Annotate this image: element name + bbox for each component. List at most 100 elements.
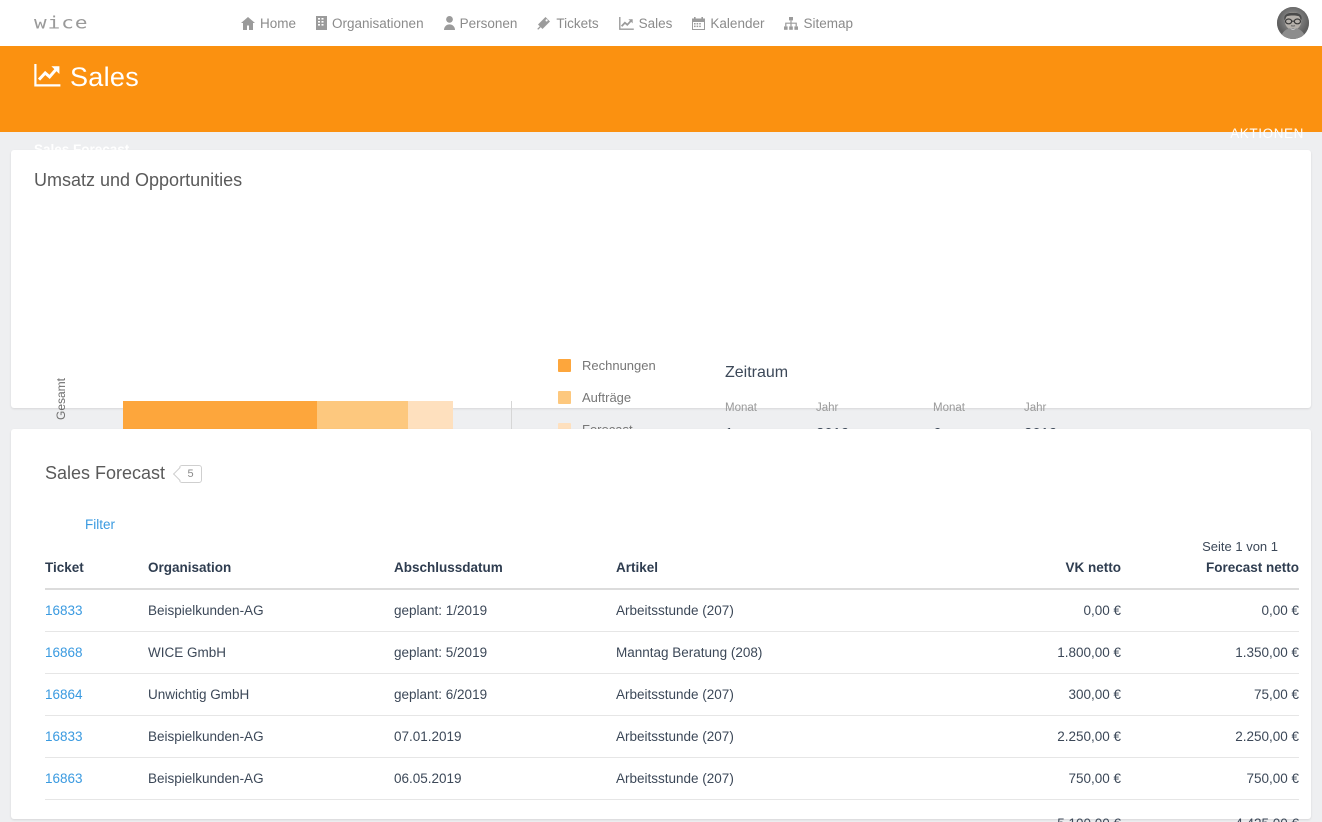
top-navigation-bar: wice Home Organisationen Personen Ticket… (0, 0, 1322, 46)
home-icon (241, 16, 255, 30)
legend-item[interactable]: Aufträge (558, 390, 659, 405)
cell-abschlussdatum: geplant: 5/2019 (394, 631, 616, 674)
cell-artikel: Manntag Beratung (208) (616, 631, 941, 674)
revenue-opportunities-card: Umsatz und Opportunities Gesamt 5.1K 02K… (11, 150, 1311, 539)
cell-organisation: Beispielkunden-AG (148, 757, 394, 800)
column-header-forecast-netto[interactable]: Forecast netto (1121, 560, 1299, 590)
legend-swatch (558, 359, 571, 372)
cell-empty (148, 800, 394, 822)
cell-vk-netto: 750,00 € (941, 757, 1121, 800)
from-month-label: Monat (725, 402, 757, 414)
cell-empty (616, 800, 941, 822)
nav-item-label: Sales (638, 15, 673, 31)
nav-item-label: Personen (459, 15, 518, 31)
pagination-label: Seite 1 von 1 (1202, 539, 1278, 554)
nav-item-label: Home (260, 15, 297, 31)
nav-item-sitemap[interactable]: Sitemap (784, 16, 853, 31)
cell-ticket: 16833 (45, 589, 148, 632)
nav-item-label: Kalender (710, 15, 765, 31)
ticket-link[interactable]: 16833 (45, 729, 83, 744)
nav-item-sales[interactable]: Sales (618, 15, 673, 31)
table-row[interactable]: 16868 WICE GmbH geplant: 5/2019 Manntag Ber… (45, 631, 1299, 674)
cell-artikel: Arbeitsstunde (207) (616, 589, 941, 632)
cell-ticket: 16868 (45, 631, 148, 674)
sales-forecast-card: Sales Forecast 5 Filter Seite 1 von 1 Ti… (11, 429, 1311, 822)
nav-item-organisationen[interactable]: Organisationen (316, 16, 424, 31)
legend-label: Aufträge (582, 390, 632, 405)
nav-item-kalender[interactable]: Kalender (692, 16, 764, 31)
nav-item-label: Sitemap (803, 15, 853, 31)
cell-forecast-netto: 1.350,00 € (1121, 631, 1299, 674)
section-title-text: Sales Forecast (45, 463, 166, 483)
chart-y-axis-label: Gesamt (54, 377, 68, 420)
brand-logo[interactable]: wice (34, 13, 89, 33)
cell-artikel: Arbeitsstunde (207) (616, 715, 941, 758)
cell-vk-netto: 300,00 € (941, 673, 1121, 716)
section-title: Sales Forecast 5 (45, 463, 203, 484)
column-header-ticket[interactable]: Ticket (45, 560, 148, 590)
filter-link[interactable]: Filter (85, 517, 115, 532)
zeitraum-title: Zeitraum (725, 364, 789, 381)
table-row[interactable]: 16833 Beispielkunden-AG geplant: 1/2019 Arb… (45, 589, 1299, 632)
calendar-icon (692, 16, 706, 30)
cell-organisation: Beispielkunden-AG (148, 589, 394, 632)
cell-forecast-netto: 75,00 € (1121, 673, 1299, 716)
cell-organisation: WICE GmbH (148, 631, 394, 674)
ticket-link[interactable]: 16863 (45, 771, 83, 786)
cell-empty (394, 800, 616, 822)
legend-item[interactable]: Rechnungen (558, 358, 659, 373)
nav-item-label: Organisationen (332, 15, 424, 31)
page-title: Sales (34, 62, 139, 93)
cell-abschlussdatum: 07.01.2019 (394, 715, 616, 758)
ticket-icon (537, 16, 551, 30)
building-icon (316, 16, 328, 30)
cell-artikel: Arbeitsstunde (207) (616, 673, 941, 716)
chart-line-icon (34, 63, 61, 92)
nav-item-home[interactable]: Home (241, 16, 296, 31)
legend-swatch (558, 391, 571, 404)
chart-line-icon (618, 16, 634, 30)
cell-empty (45, 800, 148, 822)
table-header-row: Ticket Organisation Abschlussdatum Artik… (45, 560, 1299, 590)
column-header-artikel[interactable]: Artikel (616, 560, 941, 590)
column-header-vk-netto[interactable]: VK netto (941, 560, 1121, 590)
to-year-label: Jahr (1024, 402, 1047, 414)
cell-vk-netto: 1.800,00 € (941, 631, 1121, 674)
table-row[interactable]: 16863 Beispielkunden-AG 06.05.2019 Arbeitss… (45, 757, 1299, 800)
cell-abschlussdatum: geplant: 6/2019 (394, 673, 616, 716)
table-row[interactable]: 16864 Unwichtig GmbH geplant: 6/2019 Arbeit… (45, 673, 1299, 716)
ticket-link[interactable]: 16833 (45, 603, 83, 618)
page-header: Sales Sales Forecast AKTIONEN (0, 46, 1322, 157)
cell-forecast-netto: 750,00 € (1121, 757, 1299, 800)
cell-forecast-netto: 0,00 € (1121, 589, 1299, 632)
column-header-abschlussdatum[interactable]: Abschlussdatum (394, 560, 616, 590)
cell-organisation: Beispielkunden-AG (148, 715, 394, 758)
avatar[interactable] (1277, 7, 1309, 39)
chart-title: Umsatz und Opportunities (34, 170, 243, 190)
table-row[interactable]: 16833 Beispielkunden-AG 07.01.2019 Arbeitss… (45, 715, 1299, 758)
nav-item-personen[interactable]: Personen (443, 15, 518, 31)
forecast-table: Ticket Organisation Abschlussdatum Artik… (45, 560, 1299, 822)
ticket-link[interactable]: 16864 (45, 687, 83, 702)
cell-vk-netto: 0,00 € (941, 589, 1121, 632)
cell-ticket: 16863 (45, 757, 148, 800)
ticket-link[interactable]: 16868 (45, 645, 83, 660)
table-body: 16833 Beispielkunden-AG geplant: 1/2019 Arb… (45, 589, 1299, 822)
actions-button[interactable]: AKTIONEN (1230, 126, 1304, 141)
column-header-organisation[interactable]: Organisation (148, 560, 394, 590)
total-forecast-netto: 4.425,00 € (1121, 800, 1299, 822)
cell-artikel: Arbeitsstunde (207) (616, 757, 941, 800)
nav-item-tickets[interactable]: Tickets (537, 15, 599, 31)
total-vk-netto: 5.100,00 € (941, 800, 1121, 822)
cell-ticket: 16864 (45, 673, 148, 716)
cell-forecast-netto: 2.250,00 € (1121, 715, 1299, 758)
cell-organisation: Unwichtig GmbH (148, 673, 394, 716)
page-title-text: Sales (70, 62, 140, 92)
sitemap-icon (784, 16, 799, 30)
person-icon (443, 16, 455, 30)
to-month-label: Monat (933, 402, 965, 414)
from-year-label: Jahr (816, 402, 839, 414)
cell-ticket: 16833 (45, 715, 148, 758)
cell-abschlussdatum: 06.05.2019 (394, 757, 616, 800)
nav-item-label: Tickets (556, 15, 599, 31)
